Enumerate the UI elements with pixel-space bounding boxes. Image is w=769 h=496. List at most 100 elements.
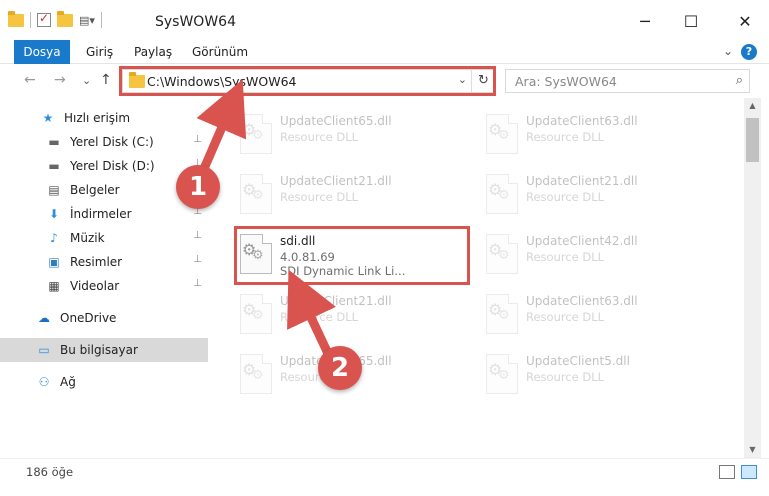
documents-icon: ▤ [48, 183, 60, 197]
gear-icon: ⚙ [498, 308, 510, 323]
gear-icon: ⚙ [252, 128, 264, 143]
sidebar-item-label: Hızlı erişim [64, 111, 131, 125]
vertical-scrollbar[interactable]: ▲ ▼ [744, 98, 761, 458]
sidebar-item[interactable]: ▭ Bu bilgisayar [0, 338, 208, 362]
forward-button[interactable]: → [54, 72, 66, 88]
refresh-button[interactable]: ↻ [471, 70, 495, 92]
download-icon: ⬇ [48, 207, 60, 221]
pictures-icon: ▣ [48, 255, 60, 269]
navigation-pane: ★ Hızlı erişim ▬ Yerel Disk (C:) ⊥ ▬ Yerel Dis… [0, 98, 210, 458]
file-tile[interactable]: ⚙ ⚙ sdi.dll 4.0.81.69 SDI Dynamic Link Li... [234, 226, 474, 280]
file-type: SDI Dynamic Link Li... [280, 264, 406, 278]
sidebar-item-label: Resimler [70, 255, 123, 269]
sidebar-item-label: Belgeler [70, 183, 120, 197]
toolbar-separator [30, 12, 31, 28]
tiles-view-icon[interactable] [741, 465, 757, 479]
file-type: Resource DLL [526, 250, 605, 264]
file-list: ⚙ ⚙ UpdateClient65.dll Resource DLL ⚙ ⚙ Update… [214, 98, 744, 458]
expand-ribbon-icon[interactable]: ⌄ [723, 44, 733, 58]
sidebar-item[interactable]: ⚇ Ağ [0, 370, 208, 394]
file-name: UpdateClient63.dll [526, 294, 638, 308]
sidebar-item[interactable]: ▬ Yerel Disk (D:) ⊥ [0, 154, 208, 178]
sidebar-item-label: OneDrive [60, 311, 117, 325]
search-placeholder: Ara: SysWOW64 [515, 74, 617, 89]
file-tile[interactable]: ⚙ ⚙ UpdateClient63.dll Resource DLL [480, 106, 720, 160]
file-type: Resource DLL [526, 310, 605, 324]
file-tile[interactable]: ⚙ ⚙ UpdateClient42.dll Resource DLL [480, 226, 720, 280]
sidebar-item-label: Bu bilgisayar [60, 343, 138, 357]
sidebar-item-label: Yerel Disk (D:) [70, 159, 155, 173]
search-icon[interactable]: ⌕ [736, 73, 743, 88]
file-tile[interactable]: ⚙ ⚙ UpdateClient21.dll Resource DLL [480, 166, 720, 220]
sidebar-item-label: Yerel Disk (C:) [70, 135, 154, 149]
folder-icon [129, 72, 145, 88]
sidebar-item[interactable]: ▬ Yerel Disk (C:) ⊥ [0, 130, 208, 154]
recent-locations-button[interactable]: ⌄ [82, 74, 91, 87]
back-button[interactable]: ← [24, 72, 36, 88]
up-button[interactable]: ↑ [100, 72, 112, 88]
file-name: UpdateClient63.dll [526, 114, 638, 128]
customize-toolbar-icon[interactable]: ▤▾ [79, 14, 95, 27]
folder-icon[interactable] [8, 10, 24, 27]
file-type: Resource DLL [526, 130, 605, 144]
navigation-bar: ← → ⌄ ↑ C:\Windows\SysWOW64 ⌄ ↻ Ara: Sys… [0, 64, 769, 98]
sidebar-item[interactable]: ⬇ İndirmeler ⊥ [0, 202, 208, 226]
help-icon[interactable]: ? [741, 44, 757, 60]
gear-icon: ⚙ [498, 188, 510, 203]
file-type: Resource DLL [526, 190, 605, 204]
sidebar-item[interactable]: ▣ Resimler ⊥ [0, 250, 208, 274]
sidebar-item[interactable]: ♪ Müzik ⊥ [0, 226, 208, 250]
pin-icon[interactable]: ⊥ [193, 254, 202, 265]
toolbar-separator [100, 12, 102, 28]
scroll-down-icon[interactable]: ▼ [744, 442, 761, 458]
tab-paylas[interactable]: Paylaş [124, 40, 182, 64]
file-name: UpdateClient5.dll [526, 354, 630, 368]
pin-icon[interactable]: ⊥ [193, 278, 202, 289]
details-view-icon[interactable] [719, 465, 735, 479]
tab-gorunum[interactable]: Görünüm [182, 40, 258, 64]
minimize-button[interactable]: ─ [622, 0, 668, 42]
scroll-up-icon[interactable]: ▲ [744, 98, 761, 114]
file-tile[interactable]: ⚙ ⚙ UpdateClient5.dll Resource DLL [480, 346, 720, 400]
pin-icon[interactable]: ⊥ [193, 134, 202, 145]
step-1-badge: 1 [176, 165, 220, 209]
cloud-icon: ☁ [38, 311, 50, 325]
maximize-button[interactable]: ☐ [668, 0, 714, 42]
gear-icon: ⚙ [252, 368, 264, 383]
search-input[interactable]: Ara: SysWOW64 ⌕ [505, 69, 750, 93]
music-icon: ♪ [50, 231, 58, 245]
sidebar-item-label: Müzik [70, 231, 105, 245]
address-dropdown-icon[interactable]: ⌄ [458, 73, 467, 86]
address-path[interactable]: C:\Windows\SysWOW64 [147, 74, 296, 89]
file-name: sdi.dll [280, 234, 316, 248]
file-version: 4.0.81.69 [280, 250, 335, 264]
file-tile[interactable]: ⚙ ⚙ UpdateClient21.dll Resource DLL [234, 286, 474, 340]
file-type: Resource DLL [280, 310, 359, 324]
file-tile[interactable]: ⚙ ⚙ UpdateClient63.dll Resource DLL [480, 286, 720, 340]
file-name: UpdateClient42.dll [526, 234, 638, 248]
pin-icon[interactable]: ⊥ [193, 230, 202, 241]
address-bar[interactable]: C:\Windows\SysWOW64 ⌄ ↻ [122, 69, 496, 93]
file-tile[interactable]: ⚙⚙UpdateClient65.dllResource DLL [234, 106, 474, 160]
sidebar-item[interactable]: ▦ Videolar ⊥ [0, 274, 208, 298]
file-type: Resource DLL [280, 190, 359, 204]
close-button[interactable]: ✕ [722, 0, 768, 42]
sidebar-item-label: Videolar [70, 279, 120, 293]
new-folder-icon[interactable] [57, 10, 73, 27]
gear-icon: ⚙ [252, 248, 264, 263]
video-icon: ▦ [48, 279, 60, 293]
quick-access-toolbar: ▤▾ [8, 10, 102, 28]
file-tile[interactable]: ⚙ ⚙ UpdateClient21.dll Resource DLL [234, 166, 474, 220]
file-type: Resource DLL [280, 130, 359, 144]
properties-icon[interactable] [37, 11, 51, 27]
sidebar-item[interactable]: ☁ OneDrive [0, 306, 208, 330]
scroll-thumb[interactable] [746, 118, 759, 162]
gear-icon: ⚙ [498, 128, 510, 143]
drive-icon: ▬ [48, 159, 60, 173]
sidebar-item[interactable]: ★ Hızlı erişim [0, 106, 208, 130]
drive-icon: ▬ [48, 135, 60, 149]
tab-dosya[interactable]: Dosya [14, 40, 70, 64]
file-type: Resource DLL [526, 370, 605, 384]
star-icon: ★ [42, 111, 54, 125]
tab-giris[interactable]: Giriş [76, 40, 123, 64]
